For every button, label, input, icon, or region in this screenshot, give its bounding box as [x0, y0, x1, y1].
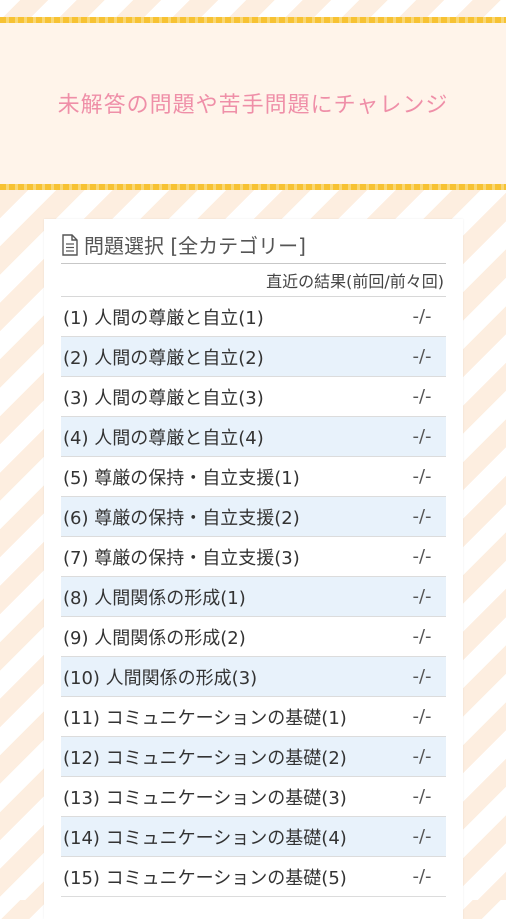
question-result: -/-: [412, 826, 432, 847]
panel-title: 問題選択 [全カテゴリー]: [61, 219, 446, 264]
question-list: (1) 人間の尊厳と自立(1) -/- (2) 人間の尊厳と自立(2) -/- (3) …: [61, 297, 446, 897]
question-row[interactable]: (14) コミュニケーションの基礎(4) -/-: [61, 817, 446, 857]
question-result: -/-: [412, 666, 432, 687]
panel-content: 問題選択 [全カテゴリー] 直近の結果(前回/前々回) (1) 人間の尊厳と自立…: [61, 219, 446, 897]
question-result: -/-: [412, 426, 432, 447]
question-result: -/-: [412, 306, 432, 327]
question-label: (6) 尊厳の保持・自立支援(2): [63, 507, 300, 529]
question-label: (13) コミュニケーションの基礎(3): [63, 787, 347, 809]
question-result: -/-: [412, 546, 432, 567]
question-row[interactable]: (4) 人間の尊厳と自立(4) -/-: [61, 417, 446, 457]
question-result: -/-: [412, 386, 432, 407]
panel-title-text: 問題選択 [全カテゴリー]: [84, 234, 306, 258]
question-result: -/-: [412, 586, 432, 607]
header-title: 未解答の問題や苦手問題にチャレンジ: [57, 93, 449, 118]
question-select-panel: 問題選択 [全カテゴリー] 直近の結果(前回/前々回) (1) 人間の尊厳と自立…: [44, 219, 463, 919]
header-banner: 未解答の問題や苦手問題にチャレンジ: [0, 17, 506, 190]
question-label: (11) コミュニケーションの基礎(1): [63, 707, 347, 729]
question-row[interactable]: (6) 尊厳の保持・自立支援(2) -/-: [61, 497, 446, 537]
question-label: (3) 人間の尊厳と自立(3): [63, 387, 264, 409]
question-row[interactable]: (5) 尊厳の保持・自立支援(1) -/-: [61, 457, 446, 497]
question-label: (9) 人間関係の形成(2): [63, 627, 246, 649]
question-row[interactable]: (12) コミュニケーションの基礎(2) -/-: [61, 737, 446, 777]
document-icon: [62, 234, 78, 256]
question-row[interactable]: (2) 人間の尊厳と自立(2) -/-: [61, 337, 446, 377]
question-result: -/-: [412, 346, 432, 367]
question-label: (5) 尊厳の保持・自立支援(1): [63, 467, 300, 489]
question-result: -/-: [412, 466, 432, 487]
question-row[interactable]: (8) 人間関係の形成(1) -/-: [61, 577, 446, 617]
question-label: (14) コミュニケーションの基礎(4): [63, 827, 347, 849]
question-row[interactable]: (13) コミュニケーションの基礎(3) -/-: [61, 777, 446, 817]
question-label: (10) 人間関係の形成(3): [63, 667, 258, 689]
question-label: (7) 尊厳の保持・自立支援(3): [63, 547, 300, 569]
question-result: -/-: [412, 866, 432, 887]
question-label: (1) 人間の尊厳と自立(1): [63, 307, 264, 329]
question-row[interactable]: (10) 人間関係の形成(3) -/-: [61, 657, 446, 697]
question-label: (15) コミュニケーションの基礎(5): [63, 867, 347, 889]
question-row[interactable]: (1) 人間の尊厳と自立(1) -/-: [61, 297, 446, 337]
question-result: -/-: [412, 746, 432, 767]
question-label: (4) 人間の尊厳と自立(4): [63, 427, 264, 449]
question-result: -/-: [412, 786, 432, 807]
results-column-header: 直近の結果(前回/前々回): [61, 264, 446, 297]
question-label: (2) 人間の尊厳と自立(2): [63, 347, 264, 369]
question-row[interactable]: (3) 人間の尊厳と自立(3) -/-: [61, 377, 446, 417]
question-row[interactable]: (9) 人間関係の形成(2) -/-: [61, 617, 446, 657]
question-result: -/-: [412, 626, 432, 647]
question-result: -/-: [412, 506, 432, 527]
question-label: (8) 人間関係の形成(1): [63, 587, 246, 609]
question-label: (12) コミュニケーションの基礎(2): [63, 747, 347, 769]
question-row[interactable]: (11) コミュニケーションの基礎(1) -/-: [61, 697, 446, 737]
question-row[interactable]: (15) コミュニケーションの基礎(5) -/-: [61, 857, 446, 897]
question-result: -/-: [412, 706, 432, 727]
question-row[interactable]: (7) 尊厳の保持・自立支援(3) -/-: [61, 537, 446, 577]
